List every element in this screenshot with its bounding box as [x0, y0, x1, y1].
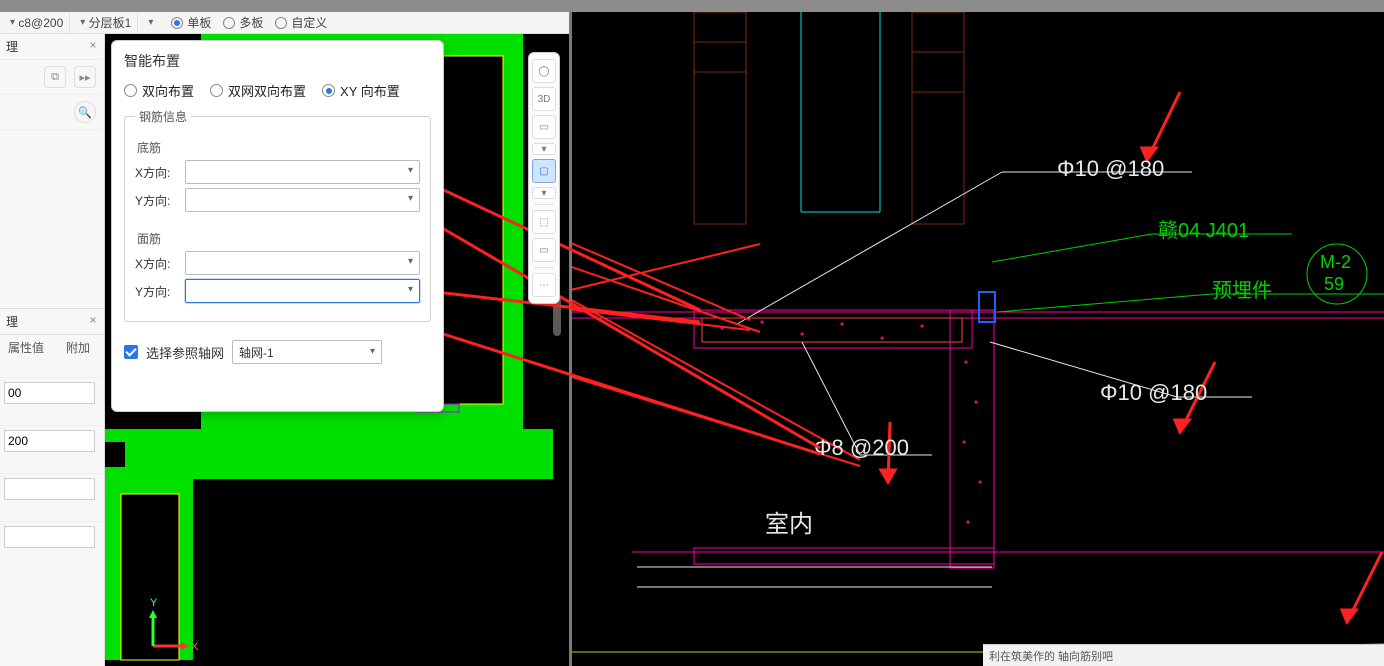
rebar-spec-value: c8@200	[18, 16, 63, 30]
label-bottom-x: X方向:	[135, 164, 185, 181]
top-rebar-label: 面筋	[137, 230, 420, 247]
rebar-info-fieldset: 钢筋信息 底筋 X方向: ▾ Y方向: ▾ 面筋 X方向: ▾ Y方向: ▾	[124, 108, 431, 322]
detail-viewport[interactable]: Φ10 @180 Φ8 @200 Φ10 @180 室内 赣04 J401 预埋…	[572, 12, 1384, 666]
property-input-row-4	[0, 522, 104, 552]
chevron-down-icon: ▾	[408, 284, 413, 295]
axis-y-label: Y	[150, 597, 158, 609]
combo-top-y[interactable]: ▾	[185, 279, 420, 303]
window-title-bar	[0, 0, 1384, 12]
spacer: ▾	[138, 13, 159, 33]
section-drawing: Φ10 @180 Φ8 @200 Φ10 @180 室内 赣04 J401 预埋…	[572, 12, 1384, 666]
radio-custom-board[interactable]: 自定义	[275, 14, 327, 31]
more-icon[interactable]: ▸▸	[74, 66, 96, 88]
view-3d-button[interactable]: 3D	[532, 87, 556, 111]
panel-toolbar: ⧉ ▸▸	[0, 59, 104, 95]
globe-icon[interactable]: ◯	[532, 59, 556, 83]
label-bottom-y: Y方向:	[135, 192, 185, 209]
panel-section-1-header: 理 ×	[0, 34, 104, 59]
rebar-spec-dropdown[interactable]: ▾ c8@200	[0, 13, 70, 33]
anno-room: 室内	[765, 511, 813, 538]
smart-layout-dialog: 智能布置 双向布置 双网双向布置 XY 向布置 钢筋信息 底筋 X方向: ▾ Y…	[111, 40, 444, 412]
dialog-title: 智能布置	[124, 51, 431, 71]
property-input-1[interactable]	[4, 382, 95, 404]
chevron-down-icon: ▾	[370, 346, 375, 357]
copy-icon[interactable]: ⧉	[44, 66, 66, 88]
layout-mode-radios: 双向布置 双网双向布置 XY 向布置	[124, 81, 431, 100]
radio-multi-board[interactable]: 多板	[223, 14, 263, 31]
layer-dropdown[interactable]: ▾ 分层板1	[70, 13, 138, 33]
radio-single-board[interactable]: 单板	[171, 14, 211, 31]
property-tabs: 属性值 附加	[0, 334, 104, 360]
status-bar: 利在筑美作的 轴向筋别吧	[983, 644, 1384, 666]
search-icon[interactable]: 🔍	[74, 101, 96, 123]
anno-embed: 预埋件	[1212, 279, 1272, 302]
layer-value: 分层板1	[89, 14, 132, 31]
rect-select-icon[interactable]: ▭	[532, 238, 556, 262]
reference-grid-row: 选择参照轴网 轴网-1 ▾	[124, 340, 431, 364]
property-input-row-3	[0, 474, 104, 504]
chevron-down-icon: ▾	[408, 193, 413, 204]
fieldset-legend: 钢筋信息	[135, 108, 191, 125]
label-top-y: Y方向:	[135, 283, 185, 300]
property-input-4[interactable]	[4, 526, 95, 548]
anno-rebar-3: Φ10 @180	[1100, 380, 1207, 405]
anno-mark-bot: 59	[1324, 274, 1344, 294]
radio-xy[interactable]: XY 向布置	[322, 81, 400, 100]
combo-top-x[interactable]: ▾	[185, 251, 420, 275]
status-text: 利在筑美作的 轴向筋别吧	[989, 648, 1113, 664]
property-input-3[interactable]	[4, 478, 95, 500]
anno-code: 赣04 J401	[1158, 219, 1249, 242]
chevron-down-icon: ▾	[408, 256, 413, 267]
tab-property-value[interactable]: 属性值	[0, 335, 52, 360]
axis-x-label: X	[191, 641, 199, 653]
anno-mark-top: M-2	[1320, 252, 1351, 272]
label-top-x: X方向:	[135, 255, 185, 272]
cube-tiny-icon[interactable]: ▾	[532, 143, 556, 155]
anno-rebar-2: Φ8 @200	[814, 435, 909, 460]
view-tool-palette: ◯ 3D ▭ ▾ ▢ ▾ ⬚ ▭ ⋯	[528, 52, 560, 304]
cube-front-icon[interactable]: ▢	[532, 159, 556, 183]
property-input-row-2	[0, 426, 104, 456]
bottom-rebar-label: 底筋	[137, 139, 420, 156]
radio-bidirectional[interactable]: 双向布置	[124, 81, 194, 100]
ref-grid-label: 选择参照轴网	[146, 343, 224, 362]
combo-bottom-y[interactable]: ▾	[185, 188, 420, 212]
secondary-toolbar: ▾ c8@200 ▾ 分层板1 ▾ 单板 多板 自定义	[0, 12, 569, 34]
property-input-2[interactable]	[4, 430, 95, 452]
radio-double-mesh[interactable]: 双网双向布置	[210, 81, 306, 100]
combo-ref-grid[interactable]: 轴网-1 ▾	[232, 340, 382, 364]
more-tools-icon[interactable]: ⋯	[532, 273, 556, 297]
panel-search-row: 🔍	[0, 95, 104, 130]
combo-bottom-x[interactable]: ▾	[185, 160, 420, 184]
cube-top-icon[interactable]: ▭	[532, 115, 556, 139]
anno-rebar-1: Φ10 @180	[1057, 156, 1164, 181]
separator	[534, 267, 554, 268]
checkbox-ref-grid[interactable]	[124, 345, 138, 359]
close-icon[interactable]: ×	[86, 38, 100, 52]
left-dock-panel: 理 × ⧉ ▸▸ 🔍 理 × 属性值 附加	[0, 34, 105, 666]
close-icon[interactable]: ×	[86, 313, 100, 327]
property-input-row-1	[0, 378, 104, 408]
panel-spacer	[0, 130, 104, 308]
tab-additional[interactable]: 附加	[52, 335, 104, 360]
cube-tiny2-icon[interactable]: ▾	[532, 187, 556, 199]
separator	[534, 204, 554, 205]
panel-section-2-header: 理 ×	[0, 308, 104, 334]
chevron-down-icon: ▾	[408, 165, 413, 176]
dashed-rect-icon[interactable]: ⬚	[532, 210, 556, 234]
